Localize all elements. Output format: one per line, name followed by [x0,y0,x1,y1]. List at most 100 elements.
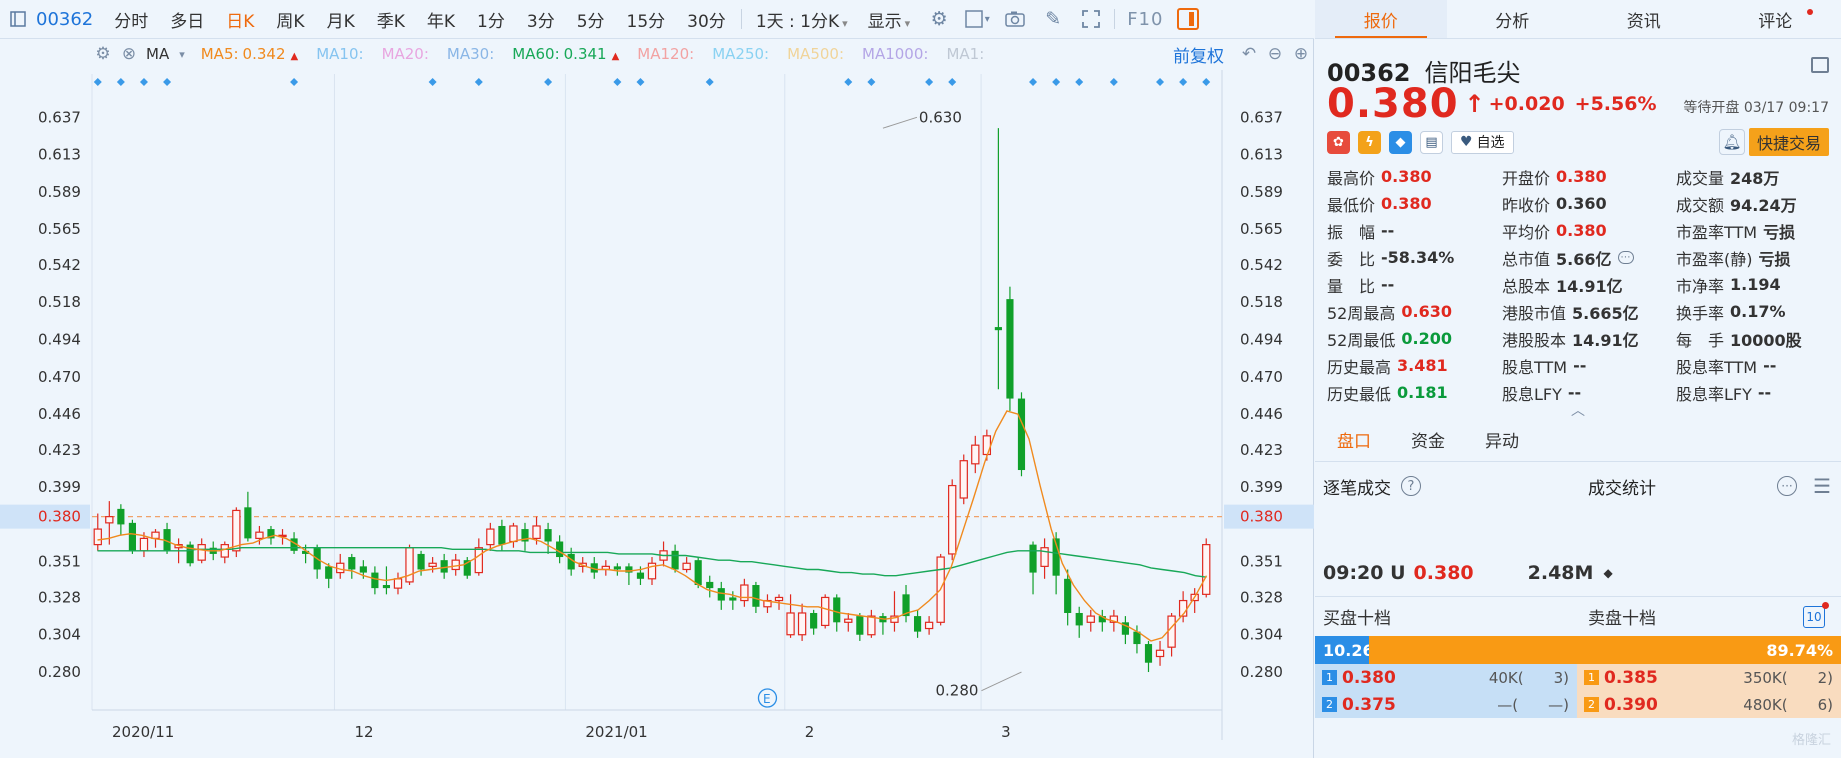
ma-legend-item: MA500: [787,45,845,63]
x-tick-label: 2021/01 [585,723,647,741]
pencil-draw-icon[interactable]: ✎ [1034,0,1072,39]
event-diamond [1029,78,1038,86]
stat-label: 每 手 [1676,330,1725,350]
indicator-label[interactable]: MA [146,45,169,63]
min-leader [981,671,1022,692]
side-panel-toggle-icon[interactable] [1177,8,1200,30]
more-icon[interactable]: ⋯ [1617,251,1634,264]
list-view-icon[interactable]: ☰ [1813,474,1831,498]
period-tab[interactable]: 分时 [103,7,159,32]
square-select-icon[interactable]: ▾ [958,0,996,39]
period-tab[interactable]: 多日 [159,7,215,32]
chevron-down-icon[interactable]: ▾ [179,48,185,61]
period-tab[interactable]: 30分 [676,7,737,32]
stat-label: 总股本 [1502,276,1551,296]
bid-level[interactable]: 2 0.375 —( —) [1315,691,1577,718]
ask-level[interactable]: 1 0.385 350K( 2) [1577,664,1841,691]
tab-0[interactable]: 报价 [1315,0,1447,38]
stat-value: 5.665亿 [1572,303,1639,323]
candle-body [671,550,679,570]
note-icon[interactable]: ▤ [1420,130,1443,154]
ma-legend-item: MA1: [946,45,985,63]
level-index: 1 [1584,670,1599,685]
stat-label: 平均价 [1502,222,1551,242]
collapse-chevron-icon[interactable]: ︿ [1315,404,1841,418]
bid-level[interactable]: 1 0.380 40K( 3) [1315,664,1577,691]
quote-stat: 52周最高 0.630 [1327,300,1502,323]
stat-label: 换手率 [1676,303,1725,323]
period-tab[interactable]: 年K [416,7,466,32]
subtab-2[interactable]: 异动 [1485,427,1519,452]
stat-label: 最低价 [1327,195,1376,215]
event-diamond [93,78,102,86]
period-tab[interactable]: 5分 [566,7,616,32]
ask-price: 0.390 [1604,694,1658,715]
period-tab[interactable]: 3分 [516,7,566,32]
f10-button[interactable]: F10 [1119,9,1171,30]
stat-value: 0.17% [1730,302,1786,321]
stat-value: 亏损 [1763,222,1796,242]
stat-label: 港股股本 [1502,330,1567,350]
y-tick-label: 0.351 [38,553,81,571]
candle-body [348,557,356,570]
period-tab[interactable]: 周K [265,7,315,32]
watermark: 格隆汇 [1791,733,1831,748]
help-icon[interactable]: ? [1401,476,1421,496]
settings-gear-icon[interactable]: ⚙ [920,0,958,39]
candle-body [255,531,264,539]
sidebar-toggle-icon[interactable] [0,0,36,39]
tab-2[interactable]: 资讯 [1578,0,1710,38]
period-tab[interactable]: 1分 [466,7,516,32]
display-select[interactable]: 显示 ▾ [858,7,921,32]
adjust-mode-button[interactable]: 前复权 [1173,42,1224,67]
candle-body [474,547,483,574]
last-price: 0.380 [1327,81,1459,127]
y-tick-label: 0.542 [1240,256,1283,274]
ma-legend-item: MA120: [637,45,695,63]
quote-panel: 报价 分析 资讯 评论 00362 信阳毛尖 0.380 ↑ +0.020 +5.56… [1315,0,1841,758]
event-diamond [163,78,172,86]
interval-select[interactable]: 1天 : 1分K ▾ [746,7,858,32]
reset-icon[interactable]: ↶ [1236,41,1262,67]
fullscreen-icon[interactable] [1072,0,1110,39]
y-tick-label: 0.446 [1240,405,1283,423]
y-tick-label: 0.399 [38,478,81,496]
tab-1[interactable]: 分析 [1447,0,1579,38]
panel-menu-icon[interactable] [1811,57,1829,73]
subtab-1[interactable]: 资金 [1411,427,1445,452]
ma-legend-item: MA250: [712,45,770,63]
period-tab[interactable]: 季K [366,7,416,32]
stat-value: 14.91亿 [1556,276,1623,296]
stat-label: 最高价 [1327,168,1376,188]
tab-3[interactable]: 评论 [1710,0,1841,38]
depth-level-toggle[interactable]: 10 [1803,602,1829,628]
event-diamond [613,78,622,86]
quick-trade-button[interactable]: 快捷交易 [1748,128,1829,156]
add-watchlist-button[interactable]: ♥ 自选 [1451,130,1514,154]
candle-body [959,460,968,499]
zoom-in-icon[interactable]: ⊕ [1288,41,1314,67]
candle-body [740,584,749,602]
more-icon[interactable]: ··· [1777,476,1797,496]
candle-body [498,525,506,545]
quote-stat: 换手率 0.17% [1676,300,1831,323]
tag-icon[interactable]: ◆ [1389,130,1412,154]
close-indicator-icon[interactable]: ⊗ [116,41,142,67]
camera-icon[interactable] [996,0,1034,39]
indicator-settings-icon[interactable]: ⚙ [90,41,116,67]
flash-icon[interactable]: ϟ [1358,130,1381,154]
event-diamond [544,78,553,86]
kline-chart[interactable]: 0.637 0.637 0.613 0.613 0.589 0.589 0.565 0.565… [0,70,1314,758]
tick-volume: 2.48M [1527,562,1594,584]
ma-legend-item: MA10: [316,45,364,63]
period-tab[interactable]: 日K [215,7,265,32]
zoom-out-icon[interactable]: ⊖ [1262,41,1288,67]
stat-label: 成交量 [1676,168,1725,188]
price-row: 0.380 ↑ +0.020 +5.56% 等待开盘 03/17 09:17 [1315,81,1841,127]
ask-level[interactable]: 2 0.390 480K( 6) [1577,691,1841,718]
candle-body [393,578,403,589]
period-tab[interactable]: 15分 [616,7,677,32]
period-tab[interactable]: 月K [316,7,366,32]
bell-icon[interactable]: 🔔︎ [1719,129,1745,155]
subtab-0[interactable]: 盘口 [1337,427,1371,452]
